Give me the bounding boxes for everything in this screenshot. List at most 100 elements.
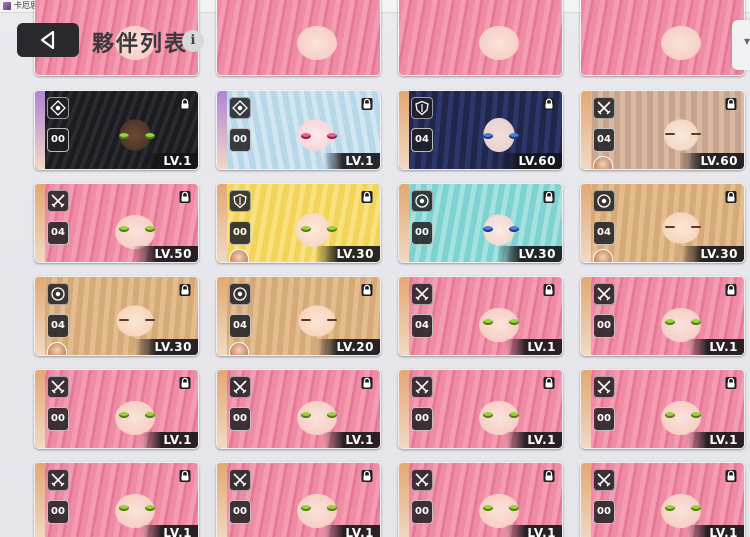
character-eye bbox=[145, 505, 155, 511]
companion-card[interactable]: 00 LV.1 bbox=[216, 369, 381, 449]
crossed-swords-icon bbox=[415, 473, 429, 487]
character-eye bbox=[119, 319, 129, 321]
level-label: LV.1 bbox=[505, 432, 562, 448]
companion-card[interactable]: 00 LV.30 bbox=[216, 183, 381, 263]
lock-icon[interactable] bbox=[542, 96, 556, 110]
lock-icon[interactable] bbox=[360, 96, 374, 110]
character-portrait bbox=[581, 0, 744, 75]
lock-icon[interactable] bbox=[178, 96, 192, 110]
character-eye bbox=[509, 133, 519, 139]
level-label: LV.1 bbox=[687, 339, 744, 355]
rarity-bar bbox=[581, 463, 591, 537]
rarity-bar bbox=[581, 184, 591, 262]
companion-card[interactable]: 00 LV.1 bbox=[398, 462, 563, 537]
companion-card[interactable]: 00 LV.1 bbox=[34, 462, 199, 537]
companion-card[interactable]: 00 LV.1 bbox=[34, 369, 199, 449]
class-badge bbox=[411, 283, 433, 305]
lock-icon[interactable] bbox=[178, 375, 192, 389]
class-badge bbox=[411, 190, 433, 212]
companion-card[interactable]: 00 LV.1 bbox=[580, 369, 745, 449]
partner-avatar bbox=[593, 249, 613, 262]
lock-icon[interactable] bbox=[724, 375, 738, 389]
rarity-bar bbox=[35, 370, 45, 448]
lock-icon[interactable] bbox=[542, 468, 556, 482]
lock-icon[interactable] bbox=[178, 468, 192, 482]
rarity-bar bbox=[581, 277, 591, 355]
rarity-bar bbox=[581, 370, 591, 448]
class-badge bbox=[411, 97, 433, 119]
companion-card[interactable]: 04 LV.30 bbox=[580, 183, 745, 263]
companion-card[interactable]: 00 LV.30 bbox=[398, 183, 563, 263]
class-badge bbox=[593, 376, 615, 398]
character-eye bbox=[483, 505, 493, 511]
lock-icon[interactable] bbox=[724, 96, 738, 110]
character-eye bbox=[691, 505, 701, 511]
class-badge bbox=[229, 469, 251, 491]
class-badge bbox=[229, 190, 251, 212]
companion-card[interactable]: 04 LV.20 bbox=[216, 276, 381, 356]
companion-card[interactable]: 04 LV.60 bbox=[580, 90, 745, 170]
companion-card[interactable]: 04 LV.1 bbox=[398, 276, 563, 356]
partner-avatar bbox=[47, 342, 67, 355]
character-eye bbox=[119, 412, 129, 418]
level-label: LV.1 bbox=[323, 432, 380, 448]
companion-card[interactable]: 00 LV.1 bbox=[580, 276, 745, 356]
character-eye bbox=[483, 319, 493, 325]
lock-icon[interactable] bbox=[178, 189, 192, 203]
class-badge bbox=[593, 469, 615, 491]
rarity-bar bbox=[217, 91, 227, 169]
character-eye bbox=[483, 412, 493, 418]
crossed-swords-icon bbox=[51, 194, 65, 208]
level-label: LV.1 bbox=[323, 153, 380, 169]
lock-icon[interactable] bbox=[360, 468, 374, 482]
companion-card[interactable]: 04 LV.50 bbox=[34, 183, 199, 263]
level-label: LV.30 bbox=[496, 246, 562, 262]
crossed-swords-icon bbox=[597, 473, 611, 487]
shield-icon bbox=[415, 100, 429, 116]
crossed-swords-icon bbox=[415, 287, 429, 301]
companion-card[interactable]: 00 LV.1 bbox=[216, 462, 381, 537]
companion-card[interactable]: 04 LV.60 bbox=[398, 90, 563, 170]
rarity-bar bbox=[35, 184, 45, 262]
rank-badge: 00 bbox=[229, 500, 251, 524]
lock-icon[interactable] bbox=[724, 468, 738, 482]
character-eye bbox=[327, 226, 337, 232]
rank-badge: 00 bbox=[411, 407, 433, 431]
lock-icon[interactable] bbox=[724, 282, 738, 296]
lock-icon[interactable] bbox=[360, 189, 374, 203]
class-badge bbox=[229, 376, 251, 398]
lock-icon[interactable] bbox=[178, 282, 192, 296]
lock-icon[interactable] bbox=[360, 375, 374, 389]
companion-card-partial[interactable] bbox=[580, 0, 745, 76]
level-label: LV.1 bbox=[505, 525, 562, 537]
lock-icon[interactable] bbox=[724, 189, 738, 203]
class-badge bbox=[593, 190, 615, 212]
rarity-bar bbox=[399, 277, 409, 355]
lock-icon[interactable] bbox=[542, 282, 556, 296]
lock-icon[interactable] bbox=[360, 282, 374, 296]
companion-card-partial[interactable] bbox=[216, 0, 381, 76]
rank-badge: 04 bbox=[411, 314, 433, 338]
rarity-bar bbox=[35, 91, 45, 169]
partner-avatar bbox=[229, 249, 249, 262]
side-panel-tab[interactable]: ▾ bbox=[732, 20, 750, 70]
rarity-bar bbox=[217, 184, 227, 262]
character-eye bbox=[509, 319, 519, 325]
character-eye bbox=[145, 133, 155, 139]
companion-card[interactable]: 00 LV.1 bbox=[398, 369, 563, 449]
lock-icon[interactable] bbox=[542, 375, 556, 389]
companion-card[interactable]: 00 LV.1 bbox=[580, 462, 745, 537]
rarity-bar bbox=[217, 370, 227, 448]
companion-card[interactable]: 00 LV.1 bbox=[216, 90, 381, 170]
companion-card[interactable]: 00 LV.1 bbox=[34, 90, 199, 170]
rarity-bar bbox=[217, 463, 227, 537]
rank-badge: 00 bbox=[47, 407, 69, 431]
back-button[interactable] bbox=[17, 23, 79, 57]
level-label: LV.1 bbox=[141, 153, 198, 169]
info-button[interactable]: i bbox=[182, 30, 204, 52]
lock-icon[interactable] bbox=[542, 189, 556, 203]
crossed-swords-icon bbox=[51, 473, 65, 487]
companion-card[interactable]: 04 LV.30 bbox=[34, 276, 199, 356]
page-title: 夥伴列表 bbox=[92, 32, 189, 57]
companion-card-partial[interactable] bbox=[398, 0, 563, 76]
